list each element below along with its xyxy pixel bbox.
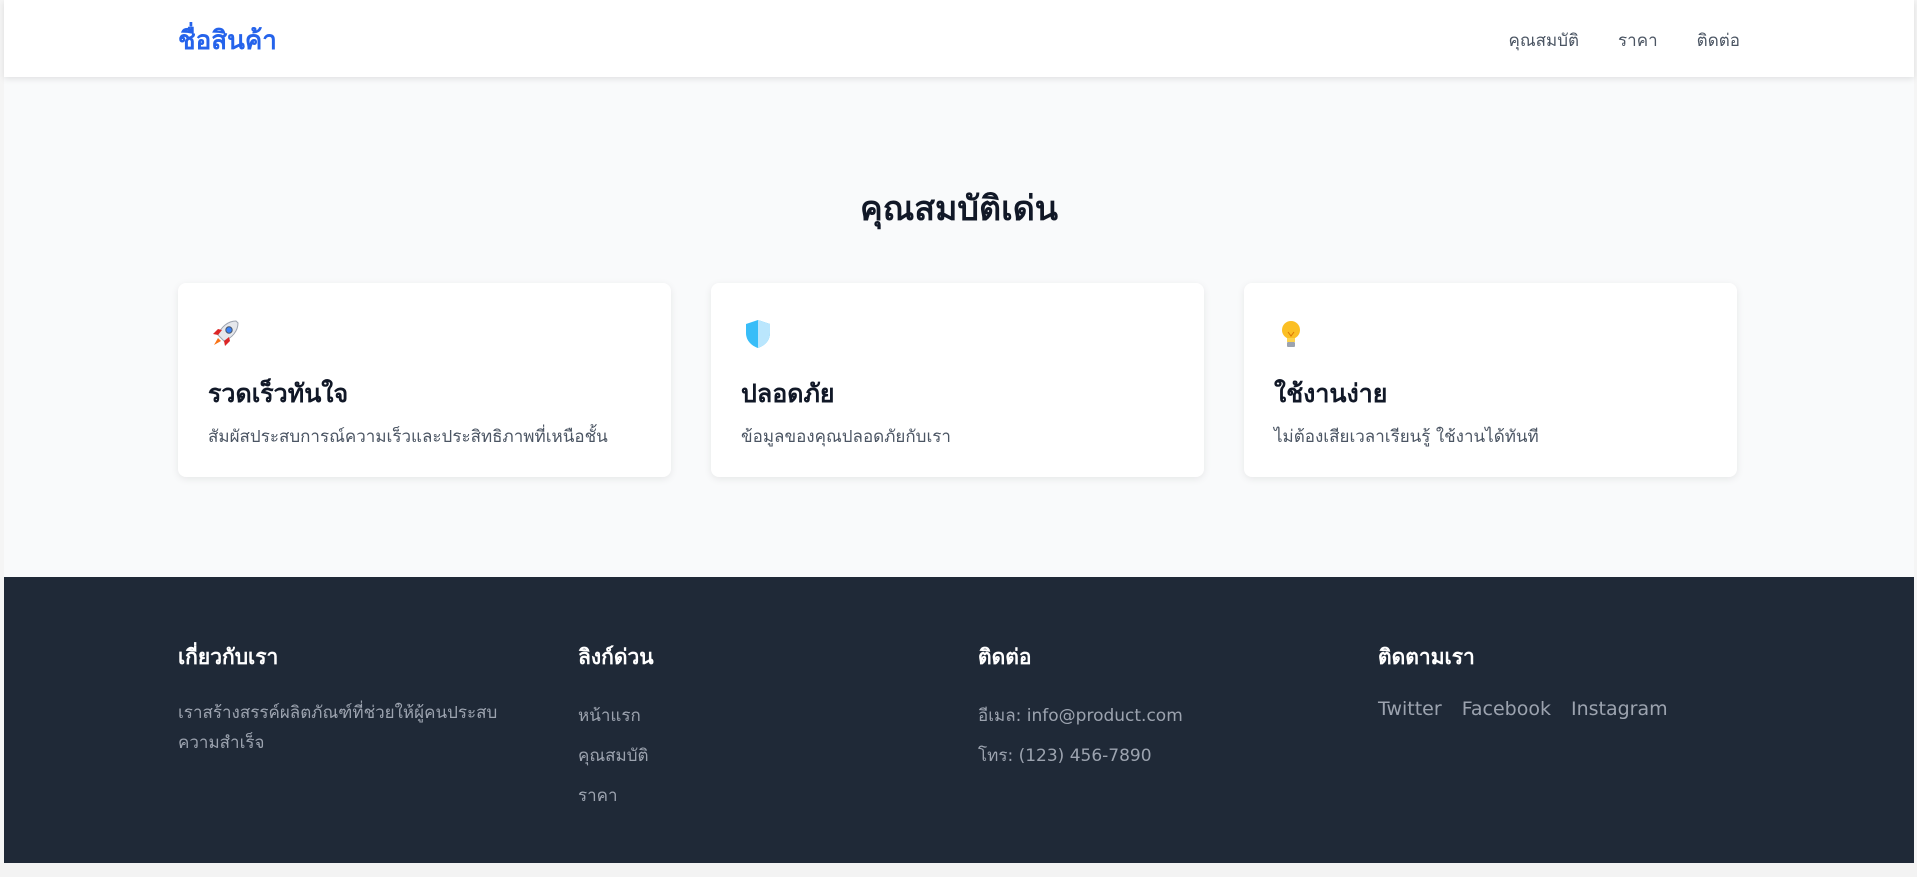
bottom-edge bbox=[0, 863, 1917, 877]
footer-contact-list: อีเมล: info@product.com โทร: (123) 456-7… bbox=[978, 696, 1183, 776]
footer-about-text: เราสร้างสรรค์ผลิตภัณฑ์ที่ช่วยให้ผู้คนประ… bbox=[178, 703, 498, 753]
social-link-instagram[interactable]: Instagram bbox=[1571, 698, 1668, 720]
footer-follow-title: ติดตามเรา bbox=[1378, 645, 1475, 669]
rocket-icon bbox=[208, 317, 242, 351]
lightbulb-icon bbox=[1274, 317, 1308, 351]
footer-link-pricing[interactable]: ราคา bbox=[578, 786, 618, 806]
footer-follow: ติดตามเรา Twitter Facebook Instagram bbox=[1378, 641, 1668, 720]
footer-quick-links-title: ลิงก์ด่วน bbox=[578, 645, 654, 669]
feature-cards: รวดเร็วทันใจ สัมผัสประสบการณ์ความเร็วและ… bbox=[178, 283, 1737, 477]
contact-phone: โทร: (123) 456-7890 bbox=[978, 746, 1152, 766]
social-link-facebook[interactable]: Facebook bbox=[1462, 698, 1551, 720]
footer-contact-title: ติดต่อ bbox=[978, 645, 1032, 669]
feature-card-ease: ใช้งานง่าย ไม่ต้องเสียเวลาเรียนรู้ ใช้งา… bbox=[1244, 283, 1737, 477]
feature-card-title: ใช้งานง่าย bbox=[1274, 379, 1388, 408]
nav-link-features[interactable]: คุณสมบัติ bbox=[1508, 27, 1579, 54]
feature-card-title: รวดเร็วทันใจ bbox=[208, 379, 349, 408]
feature-card-desc: สัมผัสประสบการณ์ความเร็วและประสิทธิภาพที… bbox=[208, 427, 608, 447]
footer: เกี่ยวกับเรา เราสร้างสรรค์ผลิตภัณฑ์ที่ช่… bbox=[4, 577, 1914, 863]
brand-logo[interactable]: ชื่อสินค้า bbox=[178, 20, 277, 61]
footer-quick-links-list: หน้าแรก คุณสมบัติ ราคา bbox=[578, 696, 654, 816]
footer-quick-links: ลิงก์ด่วน หน้าแรก คุณสมบัติ ราคา bbox=[578, 641, 654, 816]
social-link-twitter[interactable]: Twitter bbox=[1378, 698, 1442, 720]
social-links: Twitter Facebook Instagram bbox=[1378, 698, 1668, 720]
feature-card-desc: ข้อมูลของคุณปลอดภัยกับเรา bbox=[741, 427, 951, 447]
shield-icon bbox=[741, 317, 775, 351]
navbar: ชื่อสินค้า คุณสมบัติ ราคา ติดต่อ bbox=[4, 0, 1914, 77]
page: ชื่อสินค้า คุณสมบัติ ราคา ติดต่อ คุณสมบั… bbox=[4, 0, 1914, 863]
nav-links: คุณสมบัติ ราคา ติดต่อ bbox=[1508, 27, 1740, 54]
list-item: คุณสมบัติ bbox=[578, 736, 654, 776]
footer-about: เกี่ยวกับเรา เราสร้างสรรค์ผลิตภัณฑ์ที่ช่… bbox=[178, 641, 508, 758]
footer-about-title: เกี่ยวกับเรา bbox=[178, 645, 279, 669]
feature-card-title: ปลอดภัย bbox=[741, 379, 835, 408]
list-item: หน้าแรก bbox=[578, 696, 654, 736]
features-title: คุณสมบัติเด่น bbox=[859, 189, 1059, 229]
footer-contact: ติดต่อ อีเมล: info@product.com โทร: (123… bbox=[978, 641, 1183, 776]
feature-card-security: ปลอดภัย ข้อมูลของคุณปลอดภัยกับเรา bbox=[711, 283, 1204, 477]
footer-link-features[interactable]: คุณสมบัติ bbox=[578, 746, 649, 766]
feature-card-desc: ไม่ต้องเสียเวลาเรียนรู้ ใช้งานได้ทันที bbox=[1274, 427, 1539, 447]
nav-link-contact[interactable]: ติดต่อ bbox=[1697, 27, 1740, 54]
nav-link-pricing[interactable]: ราคา bbox=[1618, 27, 1658, 54]
feature-card-speed: รวดเร็วทันใจ สัมผัสประสบการณ์ความเร็วและ… bbox=[178, 283, 671, 477]
contact-email: อีเมล: info@product.com bbox=[978, 706, 1183, 726]
footer-link-home[interactable]: หน้าแรก bbox=[578, 706, 641, 726]
list-item: ราคา bbox=[578, 776, 654, 816]
